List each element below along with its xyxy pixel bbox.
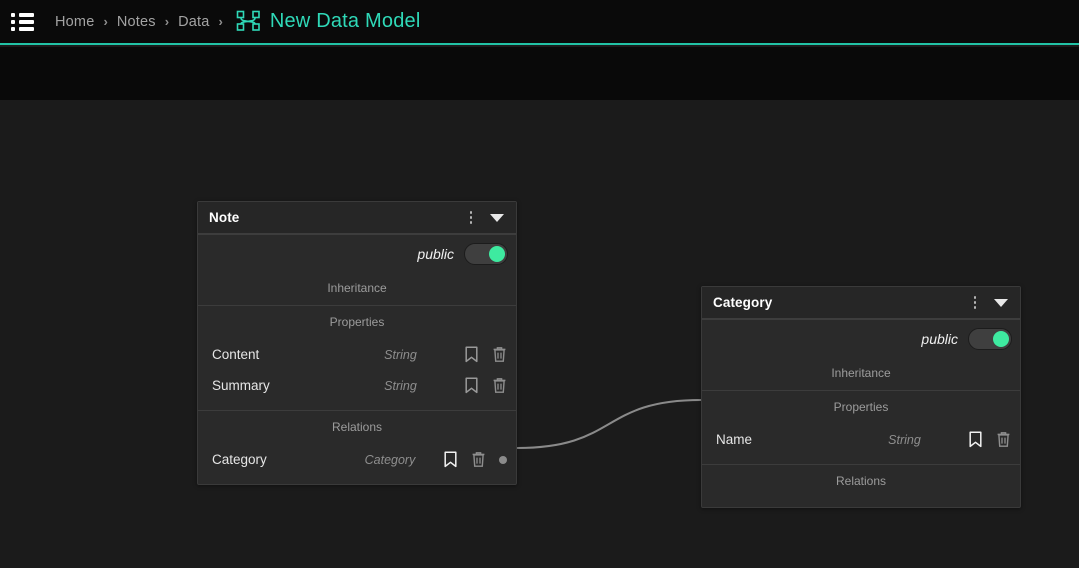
visibility-toggle[interactable] (464, 243, 508, 265)
entity-card-category[interactable]: CategorypublicInheritancePropertiesNameS… (701, 286, 1021, 508)
toggle-knob (489, 246, 505, 262)
breadcrumb-separator: › (103, 15, 107, 28)
breadcrumb-separator: › (219, 15, 223, 28)
breadcrumb: Home › Notes › Data › (55, 14, 232, 30)
property-row-actions (968, 431, 1011, 448)
menu-row (11, 20, 35, 24)
visibility-toggle[interactable] (968, 328, 1012, 350)
menu-dot (11, 20, 15, 24)
menu-row (11, 13, 35, 17)
trash-icon[interactable] (492, 377, 507, 394)
menu-bar (19, 20, 34, 24)
chevron-down-icon[interactable] (490, 214, 504, 222)
property-row-actions (464, 346, 507, 363)
trash-icon[interactable] (471, 451, 486, 468)
connector-dot-icon[interactable] (499, 456, 507, 464)
menu-row (11, 27, 35, 31)
list-menu-icon[interactable] (11, 13, 35, 31)
menu-bar (19, 27, 34, 31)
more-vertical-icon[interactable] (464, 209, 478, 227)
chevron-down-icon[interactable] (994, 299, 1008, 307)
entity-card-note[interactable]: NotepublicInheritancePropertiesContentSt… (197, 201, 517, 485)
relations-section-label: Relations (702, 465, 1020, 498)
data-model-editor: Home › Notes › Data › New Data Model Note publ… (0, 0, 1079, 568)
top-header-bar: Home › Notes › Data › New Data Model (0, 0, 1079, 45)
entity-card-title: Note (209, 210, 464, 225)
relation-row-actions (443, 451, 507, 468)
section-spacer (198, 401, 516, 410)
entity-card-header[interactable]: Category (702, 287, 1020, 320)
inheritance-section-label: Inheritance (702, 357, 1020, 390)
breadcrumb-separator: › (165, 15, 169, 28)
property-row-type: String (841, 433, 968, 447)
property-row-actions (464, 377, 507, 394)
property-row[interactable]: NameString (702, 424, 1020, 455)
trash-icon[interactable] (996, 431, 1011, 448)
relations-section-label: Relations (198, 411, 516, 444)
properties-section-label: Properties (198, 306, 516, 339)
editor-toolbar-strip (0, 47, 1079, 100)
bookmark-icon[interactable] (968, 431, 983, 448)
visibility-row: public (198, 235, 516, 272)
relation-row-type: Category (337, 453, 443, 467)
property-row-type: String (337, 379, 464, 393)
property-row-name: Name (716, 432, 841, 447)
section-spacer (198, 475, 516, 484)
page-title: New Data Model (270, 10, 421, 33)
property-row-name: Content (212, 347, 337, 362)
properties-section-label: Properties (702, 391, 1020, 424)
visibility-label: public (417, 246, 454, 262)
property-row[interactable]: ContentString (198, 339, 516, 370)
menu-bar (19, 13, 34, 17)
more-vertical-icon[interactable] (968, 294, 982, 312)
visibility-row: public (702, 320, 1020, 357)
breadcrumb-item-notes[interactable]: Notes (117, 14, 156, 30)
section-spacer (702, 498, 1020, 507)
entity-card-header[interactable]: Note (198, 202, 516, 235)
bookmark-icon[interactable] (464, 346, 479, 363)
bookmark-icon[interactable] (443, 451, 458, 468)
menu-dot (11, 13, 15, 17)
property-row[interactable]: SummaryString (198, 370, 516, 401)
inheritance-section-label: Inheritance (198, 272, 516, 305)
section-spacer (702, 455, 1020, 464)
relation-row-name: Category (212, 452, 337, 467)
breadcrumb-item-home[interactable]: Home (55, 14, 94, 30)
entity-card-title: Category (713, 295, 968, 310)
data-model-graph-icon (236, 10, 261, 33)
relation-edge-note-category (517, 400, 701, 448)
bookmark-icon[interactable] (464, 377, 479, 394)
menu-dot (11, 27, 15, 31)
visibility-label: public (921, 331, 958, 347)
breadcrumb-item-data[interactable]: Data (178, 14, 209, 30)
relation-row[interactable]: CategoryCategory (198, 444, 516, 475)
property-row-name: Summary (212, 378, 337, 393)
toggle-knob (993, 331, 1009, 347)
property-row-type: String (337, 348, 464, 362)
trash-icon[interactable] (492, 346, 507, 363)
model-canvas[interactable]: NotepublicInheritancePropertiesContentSt… (0, 100, 1079, 568)
